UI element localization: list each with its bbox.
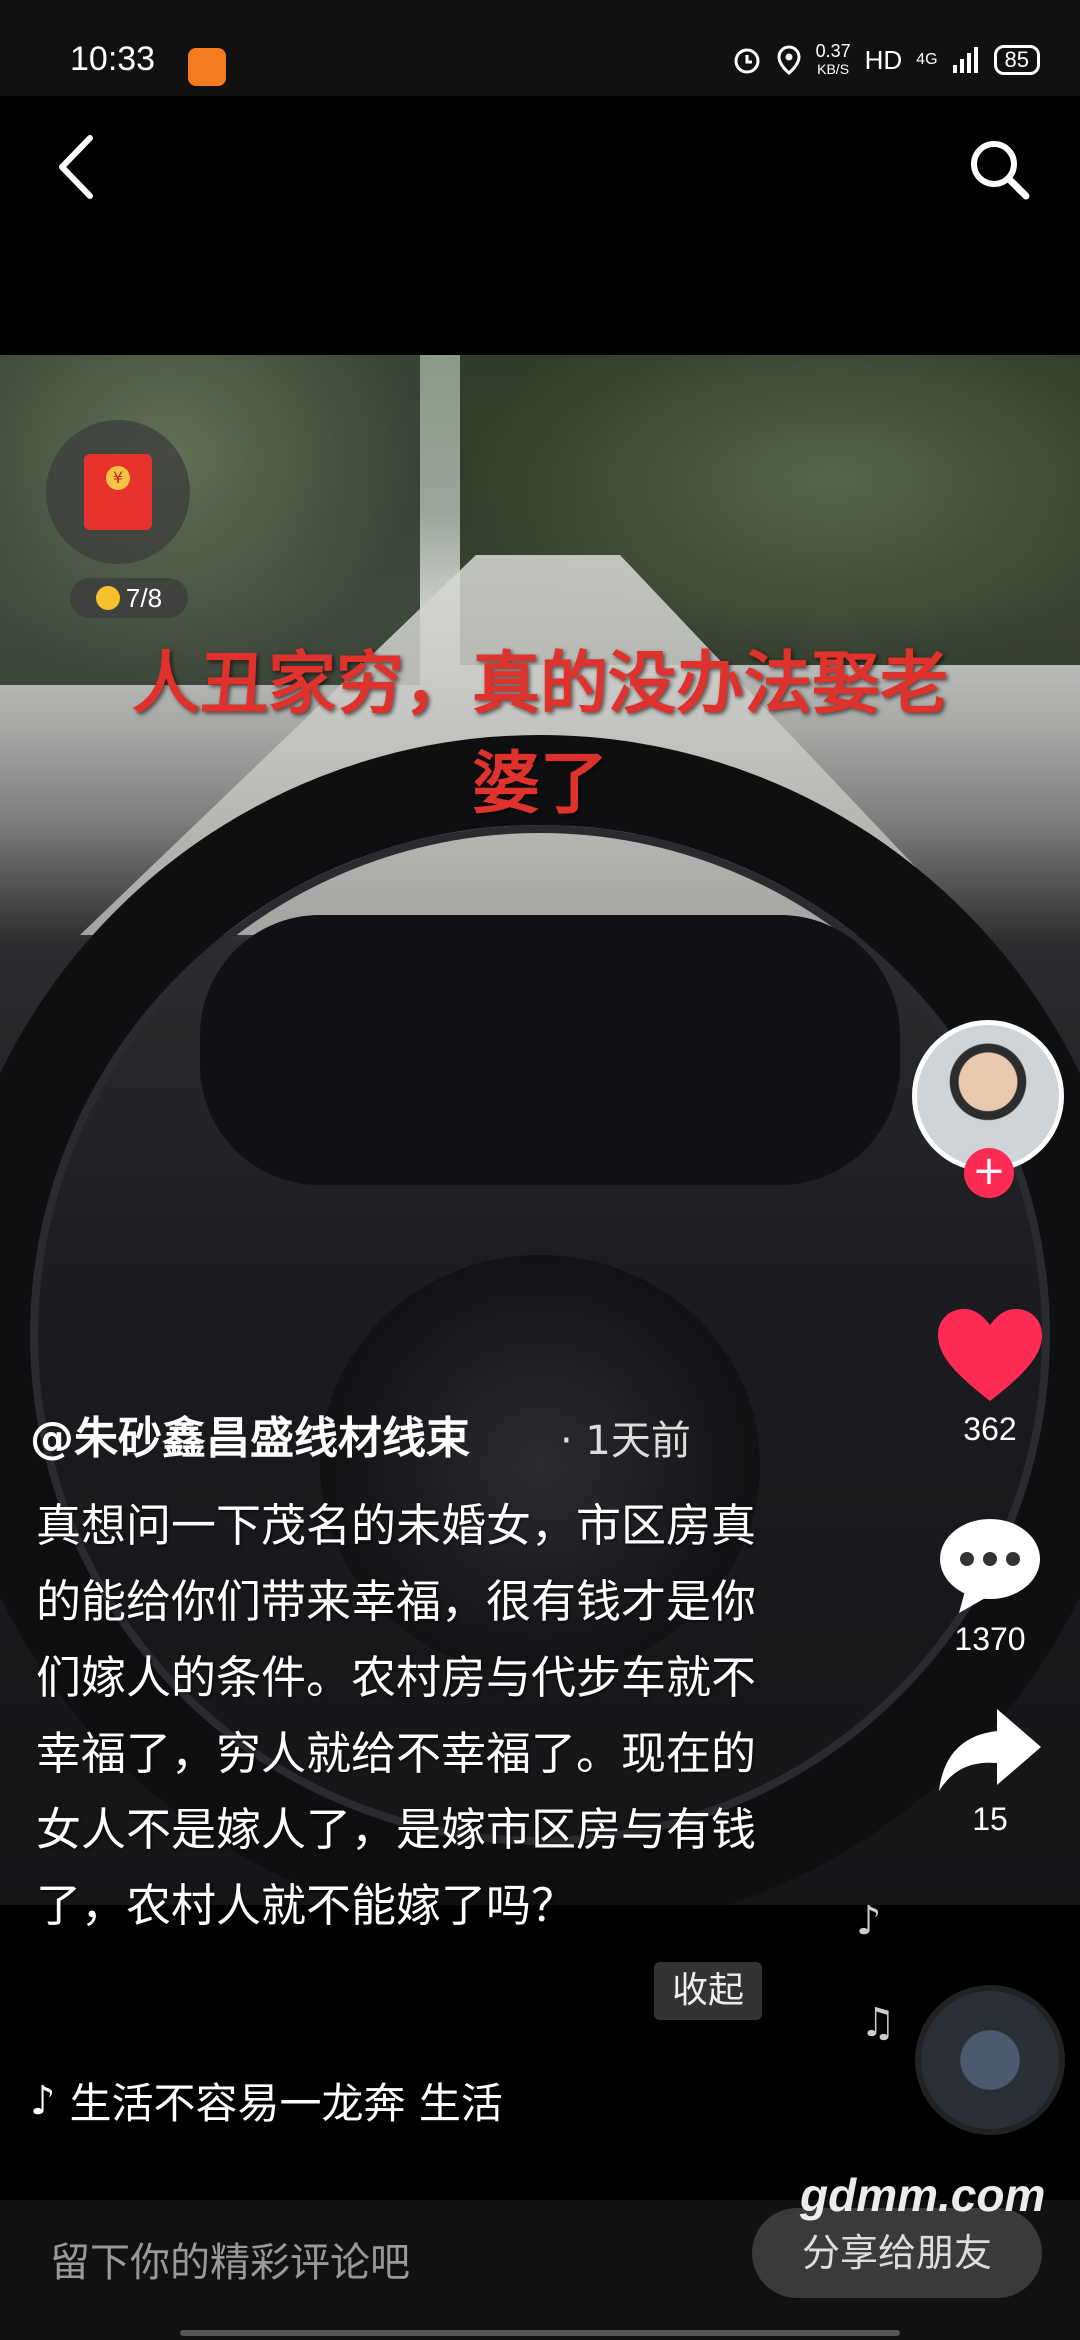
author-name[interactable]: @朱砂鑫昌盛线材线束 (30, 1402, 470, 1466)
music-title: 生活不容易一龙奔 生活 (69, 2079, 503, 2128)
share-button[interactable]: 15 (920, 1705, 1060, 1838)
music-note-icon: ♫ (860, 2000, 896, 2046)
location-icon (777, 45, 801, 75)
status-time: 10:33 (70, 40, 156, 78)
red-packet-progress: 7/8 (70, 578, 188, 618)
coin-icon (95, 586, 120, 610)
network-speed: 0.37 KB/S (816, 42, 851, 78)
net-speed-unit: KB/S (817, 61, 850, 77)
status-bar: 10:33 0.37 KB/S HD 4G 85 (0, 0, 1080, 96)
alarm-icon (734, 48, 760, 74)
watermark: gdmm.com (800, 2169, 1046, 2221)
music-row[interactable]: ♪ 生活不容易一龙奔 生活 (30, 2070, 503, 2131)
net-speed-value: 0.37 (815, 41, 851, 61)
comment-input[interactable]: 留下你的精彩评论吧 (50, 2230, 410, 2288)
chevron-left-icon[interactable] (46, 132, 106, 202)
home-indicator (180, 2330, 900, 2336)
share-arrow-icon (939, 1709, 1041, 1791)
comment-icon (940, 1519, 1040, 1613)
share-count: 15 (972, 1801, 1008, 1837)
top-nav (0, 96, 1080, 356)
like-count: 362 (963, 1411, 1017, 1447)
app-notification-icon (188, 48, 226, 86)
red-packet-button[interactable] (46, 420, 190, 564)
search-icon[interactable] (964, 134, 1034, 204)
network-type: 4G (916, 51, 938, 68)
music-note-icon: ♪ (856, 1898, 882, 1944)
comment-button[interactable]: 1370 (920, 1515, 1060, 1658)
follow-button[interactable]: + (964, 1148, 1014, 1198)
heart-icon (938, 1309, 1042, 1401)
red-packet-progress-text: 7/8 (125, 582, 163, 613)
status-icons: 0.37 KB/S HD 4G 85 (732, 42, 1040, 78)
hd-label: HD (864, 44, 903, 75)
comment-count: 1370 (954, 1621, 1026, 1657)
post-time: · 1天前 (560, 1418, 691, 1464)
collapse-button[interactable]: 收起 (654, 1962, 762, 2020)
tiktok-note-icon: ♪ (30, 2077, 56, 2124)
signal-icon (952, 47, 978, 73)
caption-line-2: 婆了 (471, 745, 608, 824)
red-envelope-icon (84, 454, 152, 530)
battery-icon: 85 (993, 45, 1040, 75)
like-button[interactable]: 362 (920, 1305, 1060, 1448)
dashboard (200, 915, 900, 1185)
video-caption-overlay: 人丑家穷，真的没办法娶老 婆了 (0, 635, 1080, 835)
post-description: 真想问一下茂名的未婚女，市区房真的能给你们带来幸福，很有钱才是你们嫁人的条件。农… (36, 1499, 757, 1932)
music-disc[interactable] (915, 1985, 1065, 2135)
caption-line-1: 人丑家穷，真的没办法娶老 (131, 645, 948, 724)
